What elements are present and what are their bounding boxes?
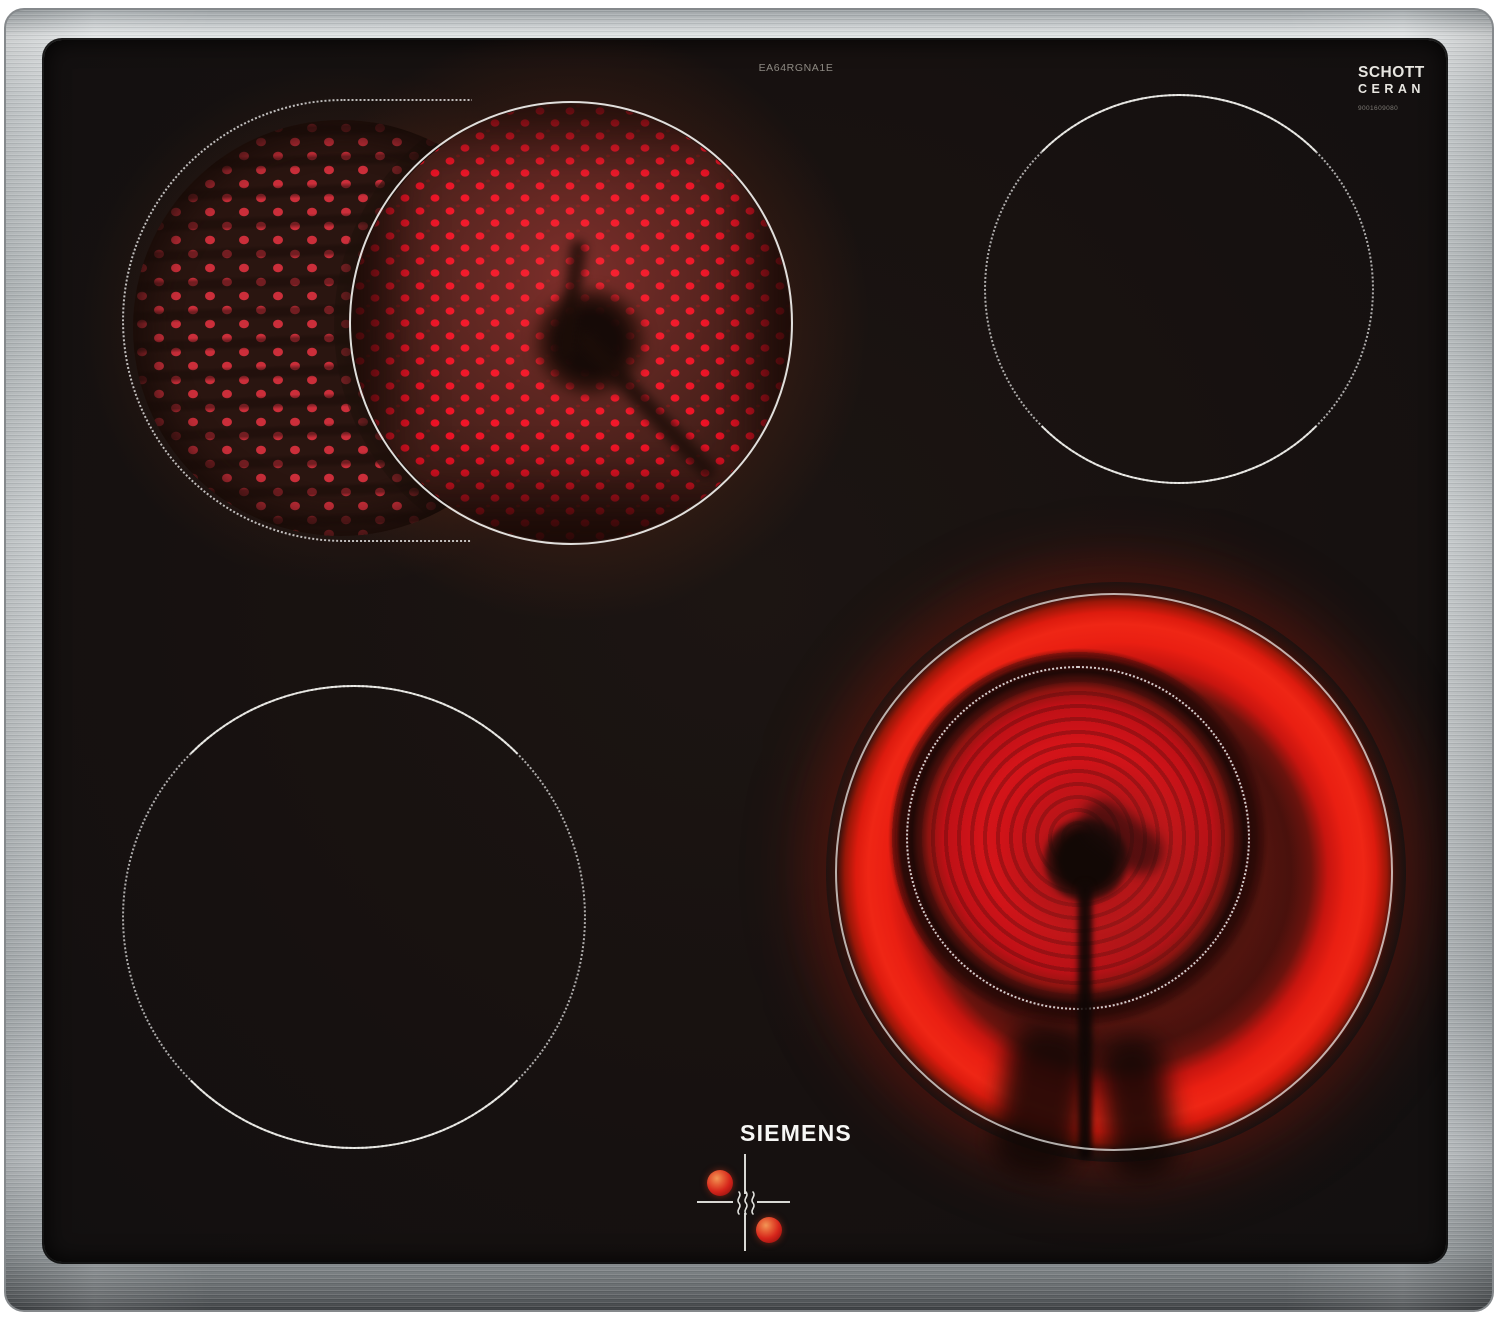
control-cross-line-top: [744, 1154, 746, 1194]
element-clip: [352, 104, 790, 542]
solid-arc-bottom: [984, 94, 1374, 484]
residual-heat-dot: [707, 1170, 733, 1196]
ceramic-glass-surface: EA64RGNA1E SCHOTT CERAN 9001609080 SIEME…: [44, 40, 1446, 1262]
zone-bottom-left-outline: [122, 685, 586, 1149]
control-cross-line-bottom: [744, 1213, 746, 1251]
zone-bottom-right-solid-outline: [835, 593, 1393, 1151]
control-cross-line-left: [697, 1201, 733, 1203]
siemens-logo: SIEMENS: [740, 1120, 852, 1146]
schott-logo-line2: CERAN: [1358, 82, 1425, 96]
zone-top-right-outline: [984, 94, 1374, 484]
hob-product-photo: EA64RGNA1E SCHOTT CERAN 9001609080 SIEME…: [0, 0, 1500, 1320]
schott-logo-line1: SCHOTT: [1358, 64, 1425, 81]
solid-arc-bottom: [122, 685, 586, 1149]
heat-waves-icon: [734, 1190, 758, 1216]
schott-ceran-logo: SCHOTT CERAN 9001609080: [1358, 64, 1446, 112]
control-cross-line-right: [757, 1201, 790, 1203]
residual-heat-dot: [756, 1217, 782, 1243]
zone-top-left-main-element: [349, 101, 793, 545]
glass-part-number: 9001609080: [1358, 105, 1399, 112]
